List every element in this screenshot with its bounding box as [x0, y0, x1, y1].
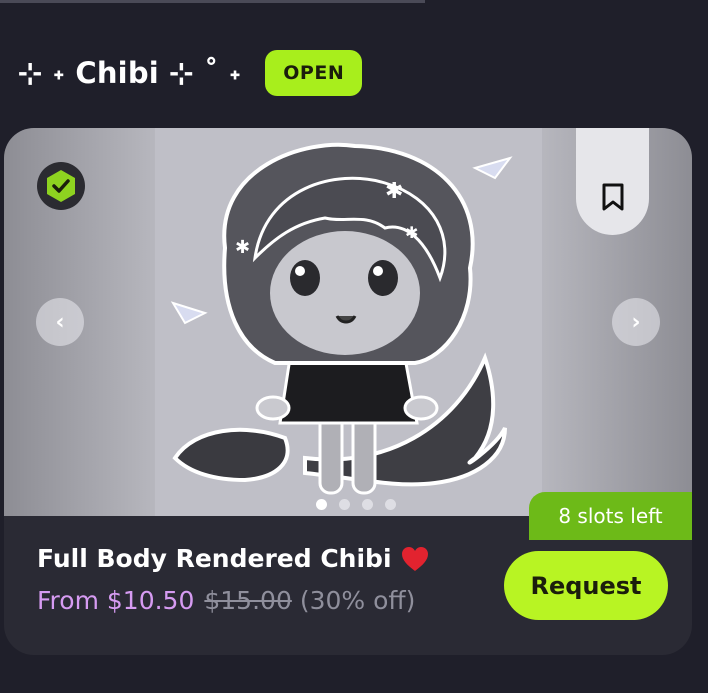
gallery-dot[interactable]	[316, 499, 327, 510]
chibi-illustration: ✱ ✱ ✱	[170, 142, 513, 495]
check-badge-icon	[47, 170, 75, 202]
artwork-image[interactable]: ✱ ✱ ✱	[155, 128, 542, 516]
gallery-dot[interactable]	[385, 499, 396, 510]
original-price: $15.00	[204, 586, 292, 615]
chevron-left-icon: ‹	[55, 309, 65, 335]
listing-title-row[interactable]: Full Body Rendered Chibi	[37, 544, 430, 573]
gallery-pagination	[316, 499, 396, 510]
verified-badge	[37, 162, 85, 210]
price-row: From $10.50 $15.00 (30% off)	[37, 586, 415, 615]
heart-icon	[401, 546, 428, 571]
discount-label: (30% off)	[299, 586, 416, 615]
section-title: ⊹ ˖ Chibi ⊹ ˚ ˖	[18, 56, 242, 90]
listing-title: Full Body Rendered Chibi	[37, 544, 392, 573]
svg-text:✱: ✱	[235, 237, 250, 258]
top-divider	[0, 0, 425, 3]
listing-card[interactable]: ✱ ✱ ✱ ‹ › 8 slots left Full Body Rendere…	[4, 128, 692, 655]
request-button[interactable]: Request	[504, 551, 668, 620]
svg-text:✱: ✱	[385, 179, 403, 204]
section-header: ⊹ ˖ Chibi ⊹ ˚ ˖ OPEN	[18, 50, 363, 96]
gallery-dot[interactable]	[362, 499, 373, 510]
slots-left-badge: 8 slots left	[529, 492, 692, 540]
previous-image-button[interactable]: ‹	[36, 298, 84, 346]
status-badge: OPEN	[265, 50, 363, 96]
chevron-right-icon: ›	[631, 309, 641, 335]
next-image-button[interactable]: ›	[612, 298, 660, 346]
bookmark-icon	[602, 183, 623, 210]
bookmark-button[interactable]	[576, 128, 649, 235]
image-gallery[interactable]: ✱ ✱ ✱ ‹ › 8 slots left	[4, 128, 692, 540]
svg-text:✱: ✱	[405, 223, 418, 242]
gallery-dot[interactable]	[339, 499, 350, 510]
current-price: From $10.50	[37, 586, 195, 615]
